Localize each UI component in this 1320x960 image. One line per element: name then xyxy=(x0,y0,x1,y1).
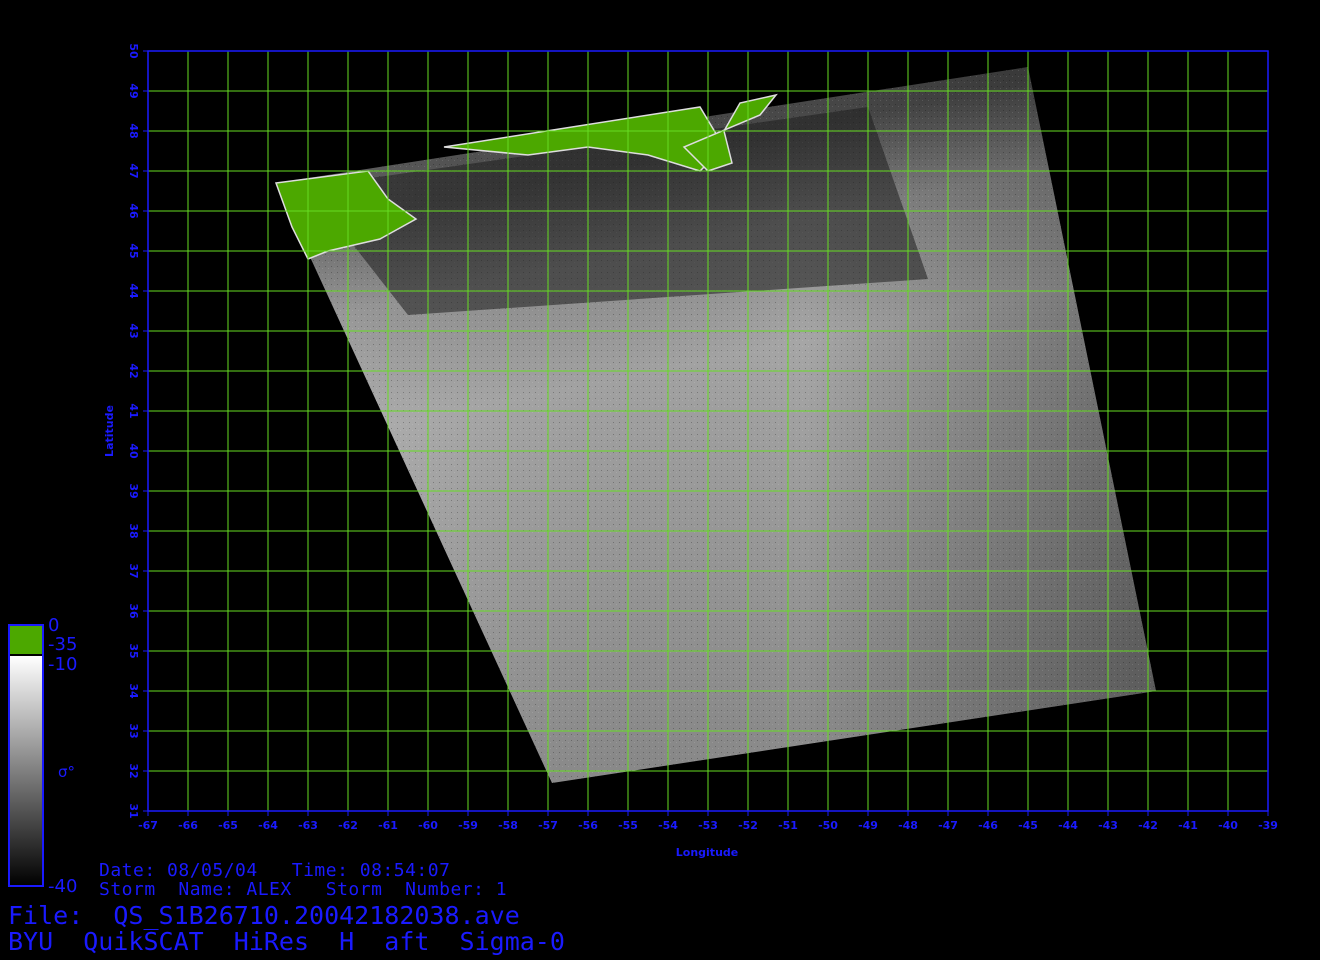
y-tick-label: 40 xyxy=(127,443,140,459)
x-tick-label: -43 xyxy=(1098,819,1118,832)
y-tick-label: 46 xyxy=(127,203,140,219)
y-tick-label: 44 xyxy=(127,283,140,299)
x-tick-label: -55 xyxy=(618,819,638,832)
x-tick-label: -52 xyxy=(738,819,758,832)
y-tick-label: 50 xyxy=(127,43,140,59)
colorbar-land-segment xyxy=(9,626,43,654)
colorbar-label-mid: -10 xyxy=(48,654,78,675)
x-tick-label: -66 xyxy=(178,819,198,832)
product-line: BYU QuikSCAT HiRes H aft Sigma-0 xyxy=(8,927,565,956)
y-axis-title: Latitude xyxy=(103,405,116,457)
y-tick-label: 36 xyxy=(127,603,140,619)
x-tick-label: -60 xyxy=(418,819,438,832)
storm-line: Storm Name: ALEX Storm Number: 1 xyxy=(99,879,508,900)
x-tick-label: -40 xyxy=(1218,819,1238,832)
x-tick-label: -67 xyxy=(138,819,158,832)
y-tick-label: 31 xyxy=(127,803,140,818)
colorbar-label-bottom: -40 xyxy=(48,876,78,897)
y-tick-label: 47 xyxy=(127,163,140,178)
y-tick-label: 39 xyxy=(127,483,140,498)
x-tick-label: -59 xyxy=(458,819,478,832)
file-line: File: QS_S1B26710.20042182038.ave xyxy=(8,901,520,930)
x-tick-label: -47 xyxy=(938,819,958,832)
x-tick-label: -54 xyxy=(658,819,678,832)
y-tick-label: 34 xyxy=(127,683,140,699)
colorbar-gradient xyxy=(9,656,43,886)
x-tick-label: -65 xyxy=(218,819,238,832)
x-tick-label: -64 xyxy=(258,819,278,832)
x-tick-label: -50 xyxy=(818,819,838,832)
x-tick-label: -45 xyxy=(1018,819,1038,832)
x-tick-label: -42 xyxy=(1138,819,1158,832)
colorbar-label-land: -35 xyxy=(48,634,78,655)
x-tick-label: -44 xyxy=(1058,819,1078,832)
x-tick-label: -58 xyxy=(498,819,518,832)
x-tick-label: -63 xyxy=(298,819,318,832)
y-tick-label: 45 xyxy=(127,243,140,258)
x-axis-title: Longitude xyxy=(676,846,738,859)
colorbar-label-top: 0 xyxy=(48,615,60,636)
y-tick-label: 37 xyxy=(127,563,140,578)
y-tick-label: 35 xyxy=(127,643,140,658)
colorbar xyxy=(8,624,44,887)
y-tick-label: 43 xyxy=(127,323,140,338)
x-tick-label: -51 xyxy=(778,819,798,832)
quikscat-map-figure: -67 -66 -65 -64 -63 -62 -61 -60 -59 -58 -57 -56 -55 -… xyxy=(0,0,1320,960)
x-tick-label: -48 xyxy=(898,819,918,832)
y-tick-label: 49 xyxy=(127,83,140,98)
y-tick-label: 32 xyxy=(127,763,140,778)
y-tick-label: 48 xyxy=(127,123,140,138)
x-tick-label: -53 xyxy=(698,819,718,832)
sigma0-swath xyxy=(274,67,1156,783)
x-tick-label: -49 xyxy=(858,819,878,832)
y-tick-label: 33 xyxy=(127,723,140,738)
x-tick-label: -39 xyxy=(1258,819,1278,832)
map-plot: -67 -66 -65 -64 -63 -62 -61 -60 -59 -58 -57 -56 -55 -… xyxy=(8,43,1278,887)
longitude-tick-labels: -67 -66 -65 -64 -63 -62 -61 -60 -59 -58 -57 -56 -55 -… xyxy=(138,819,1278,832)
x-tick-label: -57 xyxy=(538,819,558,832)
colorbar-title: σ° xyxy=(58,763,76,781)
x-tick-label: -41 xyxy=(1178,819,1198,832)
x-tick-label: -56 xyxy=(578,819,598,832)
y-tick-label: 41 xyxy=(127,403,140,418)
date-time-line: Date: 08/05/04 Time: 08:54:07 xyxy=(99,860,451,881)
latitude-tick-labels: 31 32 33 34 35 36 37 38 39 40 41 42 43 44 45 46 47 48 49 50 xyxy=(127,43,140,818)
y-tick-label: 38 xyxy=(127,523,140,538)
x-tick-label: -61 xyxy=(378,819,398,832)
y-tick-label: 42 xyxy=(127,363,140,378)
x-tick-label: -46 xyxy=(978,819,998,832)
x-tick-label: -62 xyxy=(338,819,358,832)
